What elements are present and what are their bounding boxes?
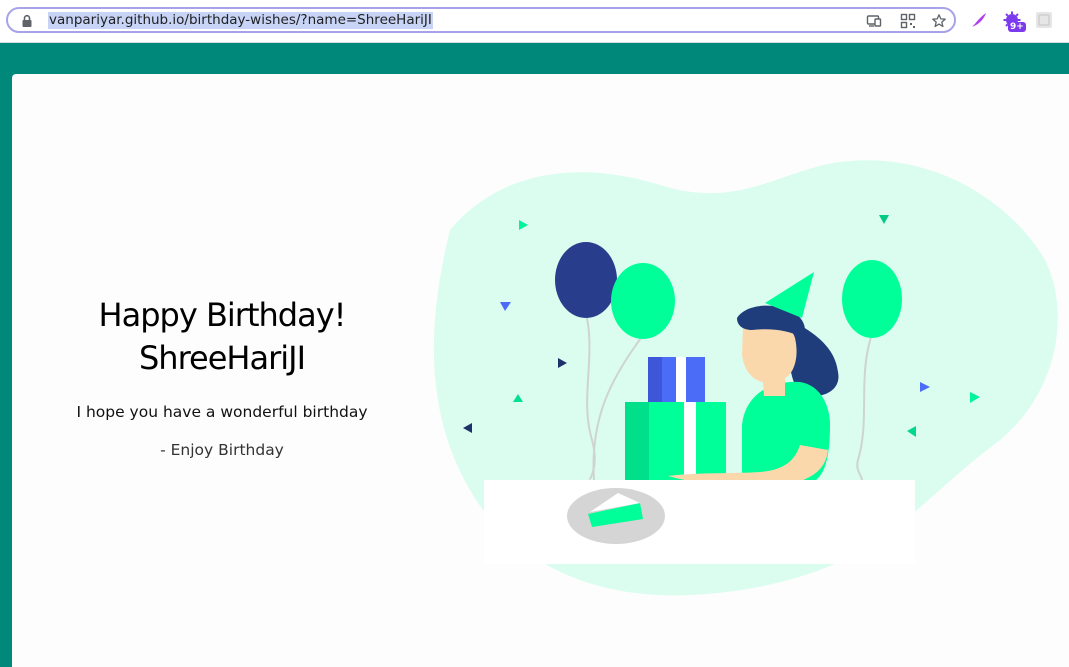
- bookmark-star-icon[interactable]: [931, 13, 947, 29]
- greeting-message: I hope you have a wonderful birthday: [76, 403, 368, 421]
- browser-toolbar: vanpariyar.github.io/birthday-wishes/?na…: [0, 0, 1069, 43]
- url-text[interactable]: vanpariyar.github.io/birthday-wishes/?na…: [48, 12, 433, 29]
- qr-code-icon[interactable]: [900, 13, 916, 29]
- feather-extension-icon[interactable]: [970, 11, 988, 29]
- lock-icon[interactable]: [20, 14, 34, 28]
- cast-icon[interactable]: [866, 13, 882, 29]
- greeting-line-1: Happy Birthday!: [98, 296, 347, 334]
- greeting-name: ShreeHariJI: [138, 339, 306, 377]
- address-bar[interactable]: vanpariyar.github.io/birthday-wishes/?na…: [6, 7, 956, 33]
- greeting-signature: - Enjoy Birthday: [160, 441, 284, 459]
- profile-extension-icon[interactable]: [1035, 11, 1053, 29]
- extension-badge: 9+: [1008, 22, 1026, 32]
- greeting-heading: Happy Birthday! ShreeHariJI: [12, 294, 432, 380]
